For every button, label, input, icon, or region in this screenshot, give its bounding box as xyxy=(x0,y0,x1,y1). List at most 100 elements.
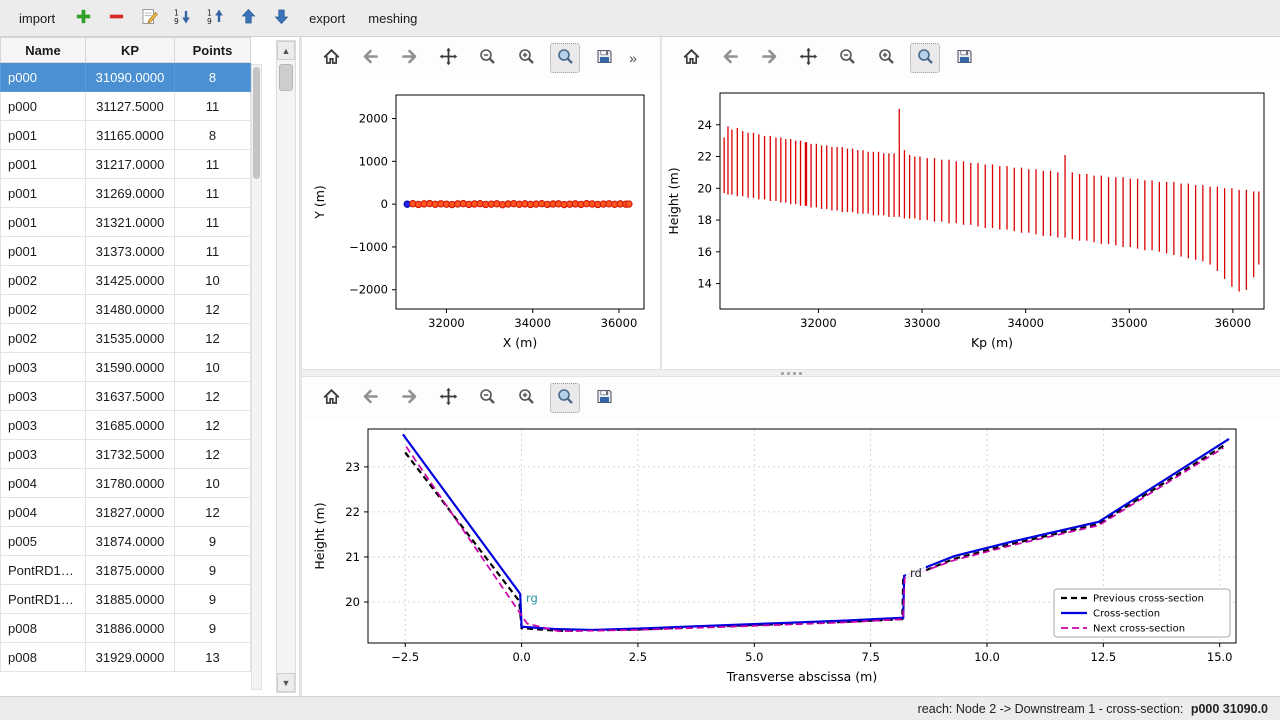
sort-descending-button[interactable]: 19 xyxy=(168,5,196,32)
name-cell[interactable]: PontRD10... xyxy=(1,556,86,585)
points-cell[interactable]: 10 xyxy=(175,469,251,498)
name-cell[interactable]: PontRD101v xyxy=(1,585,86,614)
points-cell[interactable]: 9 xyxy=(175,556,251,585)
points-cell[interactable]: 9 xyxy=(175,614,251,643)
pan-button[interactable] xyxy=(433,383,463,413)
name-cell[interactable]: p001 xyxy=(1,121,86,150)
kp-cell[interactable]: 31425.0000 xyxy=(86,266,175,295)
table-scrollbar[interactable] xyxy=(251,64,262,690)
table-row[interactable]: p00831886.00009 xyxy=(1,614,251,643)
forward-button[interactable] xyxy=(394,383,424,413)
table-row[interactable]: p00331637.500012 xyxy=(1,382,251,411)
name-cell[interactable]: p001 xyxy=(1,179,86,208)
points-cell[interactable]: 12 xyxy=(175,324,251,353)
cross-section-canvas[interactable]: −2.50.02.55.07.510.012.515.020212223Tran… xyxy=(302,419,1280,695)
table-row[interactable]: p00531874.00009 xyxy=(1,527,251,556)
name-cell[interactable]: p002 xyxy=(1,295,86,324)
table-row[interactable]: p00231480.000012 xyxy=(1,295,251,324)
plan-view-plot[interactable]: 320003400036000−2000−1000010002000X (m)Y… xyxy=(302,79,660,370)
home-button[interactable] xyxy=(316,383,346,413)
kp-cell[interactable]: 31090.0000 xyxy=(86,63,175,92)
kp-cell[interactable]: 31269.0000 xyxy=(86,179,175,208)
kp-cell[interactable]: 31875.0000 xyxy=(86,556,175,585)
zoom-in-button[interactable] xyxy=(871,43,901,73)
kp-cell[interactable]: 31373.0000 xyxy=(86,237,175,266)
zoom-in-button[interactable] xyxy=(511,43,541,73)
points-cell[interactable]: 11 xyxy=(175,150,251,179)
kp-cell[interactable]: 31127.5000 xyxy=(86,92,175,121)
kp-cell[interactable]: 31637.5000 xyxy=(86,382,175,411)
points-cell[interactable]: 12 xyxy=(175,382,251,411)
column-header-name[interactable]: Name xyxy=(1,38,86,63)
table-row[interactable]: p00131217.000011 xyxy=(1,150,251,179)
zoom-out-button[interactable] xyxy=(832,43,862,73)
points-cell[interactable]: 8 xyxy=(175,121,251,150)
points-cell[interactable]: 11 xyxy=(175,237,251,266)
kp-cell[interactable]: 31321.0000 xyxy=(86,208,175,237)
table-row[interactable]: p00131321.000011 xyxy=(1,208,251,237)
points-cell[interactable]: 13 xyxy=(175,643,251,672)
zoom-in-button[interactable] xyxy=(511,383,541,413)
toolbar-overflow-button[interactable]: » xyxy=(624,43,642,73)
zoom-out-button[interactable] xyxy=(472,383,502,413)
panel-scrollbar[interactable]: ▲ ▼ xyxy=(276,40,296,693)
table-row[interactable]: p00031127.500011 xyxy=(1,92,251,121)
table-row[interactable]: p00331590.000010 xyxy=(1,353,251,382)
name-cell[interactable]: p008 xyxy=(1,614,86,643)
points-cell[interactable]: 10 xyxy=(175,266,251,295)
back-button[interactable] xyxy=(355,383,385,413)
name-cell[interactable]: p003 xyxy=(1,353,86,382)
column-header-points[interactable]: Points xyxy=(175,38,251,63)
kp-cell[interactable]: 31827.0000 xyxy=(86,498,175,527)
import-button[interactable]: import xyxy=(10,6,64,31)
scroll-up-button[interactable]: ▲ xyxy=(277,41,295,60)
back-button[interactable] xyxy=(355,43,385,73)
table-row[interactable]: PontRD10...31875.00009 xyxy=(1,556,251,585)
column-header-kp[interactable]: KP xyxy=(86,38,175,63)
save-figure-button[interactable] xyxy=(589,43,619,73)
kp-cell[interactable]: 31480.0000 xyxy=(86,295,175,324)
kp-cell[interactable]: 31885.0000 xyxy=(86,585,175,614)
points-cell[interactable]: 9 xyxy=(175,585,251,614)
move-down-button[interactable] xyxy=(267,5,295,32)
kp-cell[interactable]: 31535.0000 xyxy=(86,324,175,353)
kp-cell[interactable]: 31732.5000 xyxy=(86,440,175,469)
cross-section-plot[interactable]: −2.50.02.55.07.510.012.515.020212223Tran… xyxy=(302,419,1280,698)
forward-button[interactable] xyxy=(394,43,424,73)
name-cell[interactable]: p002 xyxy=(1,266,86,295)
pan-button[interactable] xyxy=(793,43,823,73)
panel-scrollbar-thumb[interactable] xyxy=(279,64,293,91)
kp-cell[interactable]: 31685.0000 xyxy=(86,411,175,440)
name-cell[interactable]: p001 xyxy=(1,150,86,179)
kp-cell[interactable]: 31217.0000 xyxy=(86,150,175,179)
table-row[interactable]: p00131269.000011 xyxy=(1,179,251,208)
table-scrollbar-thumb[interactable] xyxy=(253,67,260,179)
kp-cell[interactable]: 31874.0000 xyxy=(86,527,175,556)
export-button[interactable]: export xyxy=(300,6,354,31)
table-row[interactable]: p00331685.000012 xyxy=(1,411,251,440)
name-cell[interactable]: p003 xyxy=(1,382,86,411)
longitudinal-profile-canvas[interactable]: 3200033000340003500036000141618202224Kp … xyxy=(662,79,1280,367)
scroll-down-button[interactable]: ▼ xyxy=(277,673,295,692)
sort-ascending-button[interactable]: 19 xyxy=(201,5,229,32)
points-cell[interactable]: 10 xyxy=(175,353,251,382)
pan-button[interactable] xyxy=(433,43,463,73)
points-cell[interactable]: 12 xyxy=(175,411,251,440)
table-row[interactable]: p00031090.00008 xyxy=(1,63,251,92)
points-cell[interactable]: 11 xyxy=(175,208,251,237)
longitudinal-profile-plot[interactable]: 3200033000340003500036000141618202224Kp … xyxy=(662,79,1280,370)
kp-cell[interactable]: 31590.0000 xyxy=(86,353,175,382)
save-figure-button[interactable] xyxy=(949,43,979,73)
points-cell[interactable]: 11 xyxy=(175,92,251,121)
meshing-button[interactable]: meshing xyxy=(359,6,426,31)
name-cell[interactable]: p001 xyxy=(1,237,86,266)
name-cell[interactable]: p000 xyxy=(1,63,86,92)
points-cell[interactable]: 12 xyxy=(175,295,251,324)
name-cell[interactable]: p003 xyxy=(1,440,86,469)
name-cell[interactable]: p003 xyxy=(1,411,86,440)
zoom-region-button[interactable] xyxy=(550,43,580,73)
table-row[interactable]: p00331732.500012 xyxy=(1,440,251,469)
points-cell[interactable]: 12 xyxy=(175,498,251,527)
home-button[interactable] xyxy=(676,43,706,73)
points-cell[interactable]: 11 xyxy=(175,179,251,208)
